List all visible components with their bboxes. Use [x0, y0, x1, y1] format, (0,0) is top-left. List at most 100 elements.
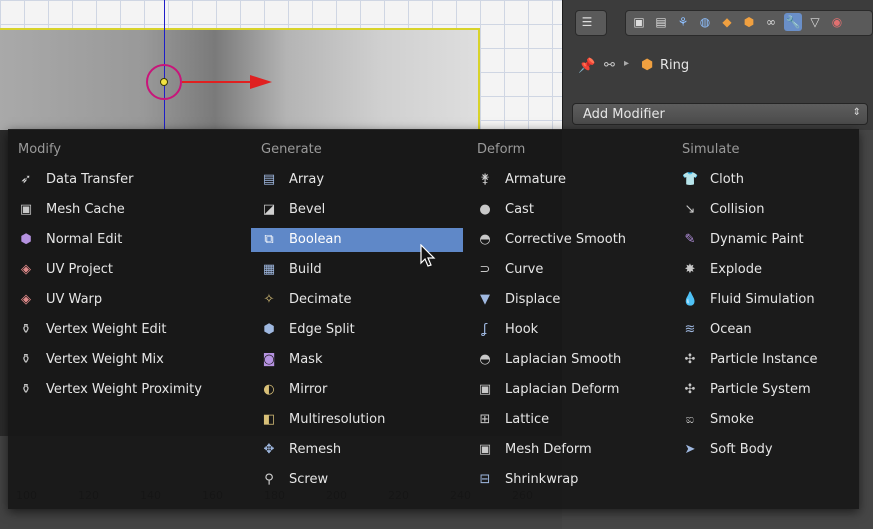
menu-item-label: Dynamic Paint: [710, 232, 804, 247]
mirror-icon: ◐: [263, 382, 275, 397]
menu-item-particle-system[interactable]: ✣ Particle System: [672, 378, 872, 402]
boolean-icon: ⧉: [264, 232, 274, 247]
menu-item-ocean[interactable]: ≋ Ocean: [672, 318, 872, 342]
scene-tab-icon[interactable]: ⚘: [674, 13, 692, 31]
menu-item-label: Remesh: [289, 442, 342, 457]
menu-item-label: Boolean: [289, 232, 342, 247]
menu-item-label: Armature: [505, 172, 567, 187]
mouse-cursor-icon: [420, 244, 436, 267]
menu-item-label: Mask: [289, 352, 323, 367]
menu-item-mesh-deform[interactable]: ▣ Mesh Deform: [467, 438, 667, 462]
constraint-link-tab-icon[interactable]: ∞: [762, 13, 780, 31]
menu-item-label: Soft Body: [710, 442, 773, 457]
menu-item-lattice[interactable]: ⊞ Lattice: [467, 408, 667, 432]
cast-icon: ●: [479, 202, 491, 217]
build-icon: ▦: [262, 262, 276, 277]
displace-icon: ▼: [480, 292, 490, 307]
menu-item-label: Data Transfer: [46, 172, 134, 187]
data-tab-icon[interactable]: ▽: [806, 13, 824, 31]
remesh-icon: ✥: [263, 442, 275, 457]
menu-item-screw[interactable]: ⚲ Screw: [251, 468, 463, 492]
menu-item-label: Multiresolution: [289, 412, 386, 427]
vertex-weight-mix-icon: ⚱: [20, 352, 32, 367]
menu-item-edge-split[interactable]: ⬢ Edge Split: [251, 318, 463, 342]
screw-icon: ⚲: [264, 472, 274, 487]
menu-item-mask[interactable]: ◙ Mask: [251, 348, 463, 372]
menu-item-collision[interactable]: ↘ Collision: [672, 198, 872, 222]
menu-item-shrinkwrap[interactable]: ⊟ Shrinkwrap: [467, 468, 667, 492]
material-tab-icon[interactable]: ◉: [828, 13, 846, 31]
menu-item-label: Shrinkwrap: [505, 472, 579, 487]
menu-item-remesh[interactable]: ✥ Remesh: [251, 438, 463, 462]
cloth-icon: 👕: [682, 172, 699, 187]
menu-item-label: Corrective Smooth: [505, 232, 627, 247]
menu-item-label: Hook: [505, 322, 539, 337]
corrective-smooth-icon: ◓: [479, 232, 491, 247]
menu-item-curve[interactable]: ⊃ Curve: [467, 258, 667, 282]
menu-item-label: Laplacian Smooth: [505, 352, 622, 367]
render-tab-icon[interactable]: ▣: [630, 13, 648, 31]
menu-item-cast[interactable]: ● Cast: [467, 198, 667, 222]
menu-item-fluid-simulation[interactable]: 💧 Fluid Simulation: [672, 288, 872, 312]
x-axis-arrow-icon[interactable]: [250, 75, 272, 89]
menu-item-mirror[interactable]: ◐ Mirror: [251, 378, 463, 402]
modifiers-tab-icon[interactable]: 🔧: [784, 13, 802, 31]
menu-item-smoke[interactable]: ಐ Smoke: [672, 408, 872, 432]
menu-item-bevel[interactable]: ◪ Bevel: [251, 198, 463, 222]
render-layers-tab-icon[interactable]: ▤: [652, 13, 670, 31]
menu-item-label: Mirror: [289, 382, 328, 397]
object-name: Ring: [660, 58, 690, 73]
menu-item-particle-instance[interactable]: ✣ Particle Instance: [672, 348, 872, 372]
menu-item-label: Vertex Weight Mix: [46, 352, 164, 367]
menu-item-dynamic-paint[interactable]: ✎ Dynamic Paint: [672, 228, 872, 252]
menu-item-explode[interactable]: ✸ Explode: [672, 258, 872, 282]
object-tab-icon[interactable]: ◆: [718, 13, 736, 31]
menu-item-laplacian-smooth[interactable]: ◓ Laplacian Smooth: [467, 348, 667, 372]
x-axis-manipulator[interactable]: [182, 81, 252, 83]
menu-item-vertex-weight-mix[interactable]: ⚱ Vertex Weight Mix: [8, 348, 208, 372]
menu-item-label: Mesh Cache: [46, 202, 125, 217]
menu-item-mesh-cache[interactable]: ▣ Mesh Cache: [8, 198, 208, 222]
constraints-tab-icon[interactable]: ⬢: [740, 13, 758, 31]
menu-item-multiresolution[interactable]: ◧ Multiresolution: [251, 408, 463, 432]
menu-item-uv-warp[interactable]: ◈ UV Warp: [8, 288, 208, 312]
menu-item-normal-edit[interactable]: ⬢ Normal Edit: [8, 228, 208, 252]
vertex-weight-edit-icon: ⚱: [20, 322, 32, 337]
menu-item-decimate[interactable]: ✧ Decimate: [251, 288, 463, 312]
menu-item-uv-project[interactable]: ◈ UV Project: [8, 258, 208, 282]
menu-item-displace[interactable]: ▼ Displace: [467, 288, 667, 312]
menu-item-hook[interactable]: ʆ Hook: [467, 318, 667, 342]
menu-item-label: Particle System: [710, 382, 811, 397]
menu-item-label: Mesh Deform: [505, 442, 592, 457]
menu-item-label: Curve: [505, 262, 544, 277]
menu-item-label: Cloth: [710, 172, 744, 187]
array-icon: ▤: [262, 172, 276, 187]
data-transfer-icon: ➶: [20, 172, 32, 187]
menu-item-vertex-weight-edit[interactable]: ⚱ Vertex Weight Edit: [8, 318, 208, 342]
menu-item-laplacian-deform[interactable]: ▣ Laplacian Deform: [467, 378, 667, 402]
pin-icon[interactable]: 📌: [578, 58, 595, 74]
menu-item-array[interactable]: ▤ Array: [251, 168, 463, 192]
laplacian-deform-icon: ▣: [478, 382, 492, 397]
mesh-object-icon: ⬢: [641, 57, 654, 73]
menu-item-cloth[interactable]: 👕 Cloth: [672, 168, 872, 192]
menu-item-data-transfer[interactable]: ➶ Data Transfer: [8, 168, 208, 192]
menu-item-armature[interactable]: ⚵ Armature: [467, 168, 667, 192]
column-header-modify: Modify: [18, 142, 62, 157]
3d-viewport[interactable]: [0, 0, 562, 130]
add-modifier-dropdown[interactable]: Add Modifier ⇕: [572, 103, 868, 125]
editor-type-icon[interactable]: ☰: [578, 13, 596, 31]
uv-warp-icon: ◈: [21, 292, 31, 307]
object-data-icon: ⚯: [604, 58, 615, 73]
dropdown-arrows-icon: ⇕: [852, 107, 861, 118]
laplacian-smooth-icon: ◓: [479, 352, 491, 367]
menu-item-corrective-smooth[interactable]: ◓ Corrective Smooth: [467, 228, 667, 252]
world-tab-icon[interactable]: ◍: [696, 13, 714, 31]
smoke-icon: ಐ: [685, 412, 695, 427]
add-modifier-label: Add Modifier: [583, 107, 665, 122]
menu-item-label: Vertex Weight Proximity: [46, 382, 202, 397]
menu-item-soft-body[interactable]: ➤ Soft Body: [672, 438, 872, 462]
selected-mesh-object[interactable]: [0, 28, 480, 130]
menu-item-vertex-weight-proximity[interactable]: ⚱ Vertex Weight Proximity: [8, 378, 208, 402]
menu-item-label: Vertex Weight Edit: [46, 322, 167, 337]
